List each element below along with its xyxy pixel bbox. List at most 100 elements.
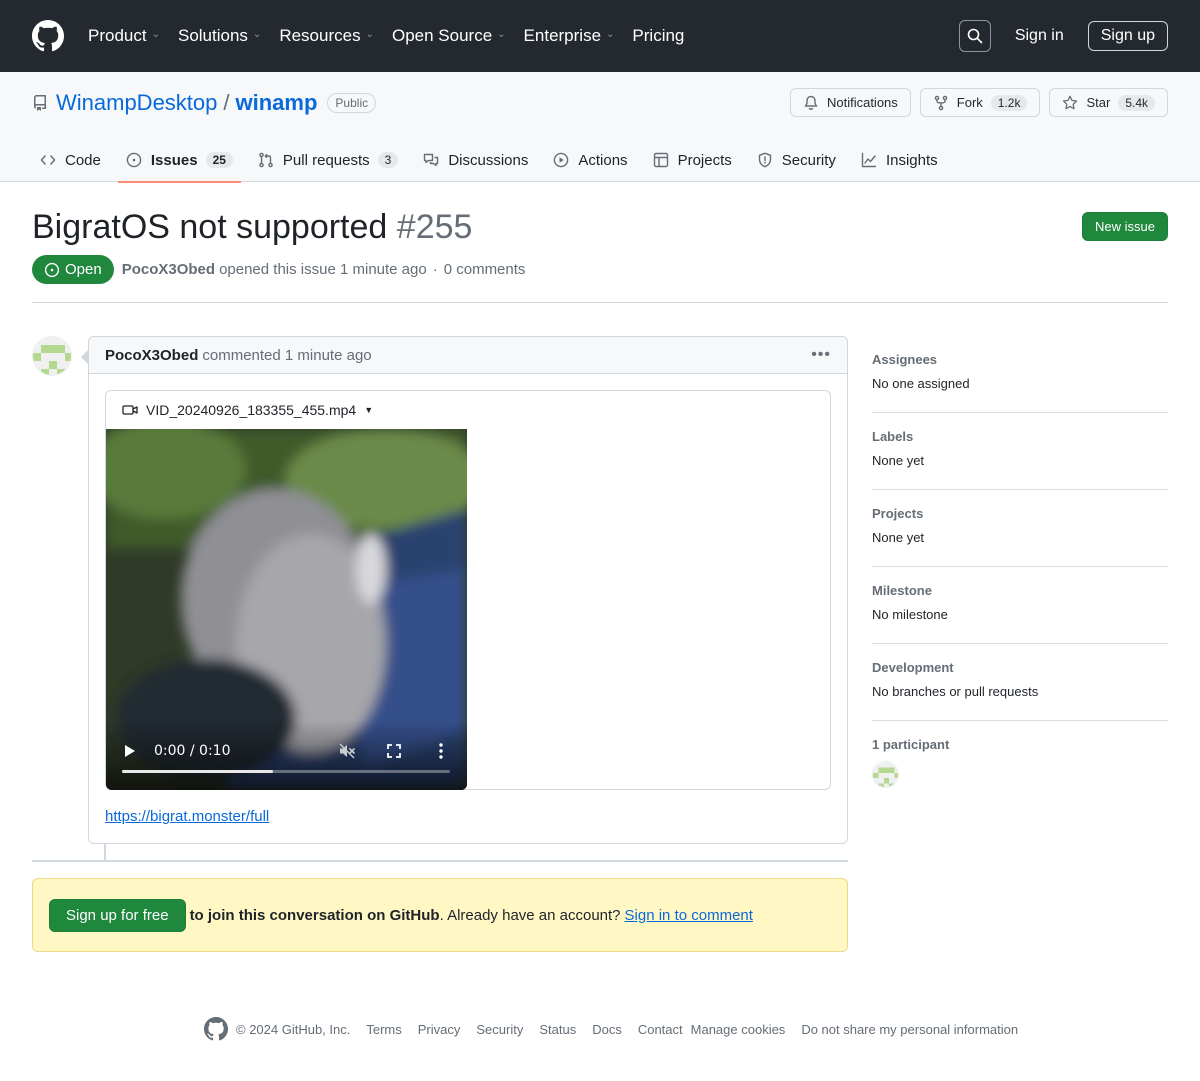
fork-label: Fork (956, 95, 983, 110)
state-badge: Open (32, 255, 114, 284)
footer-link-status[interactable]: Status (539, 1022, 576, 1037)
nav-product[interactable]: Product ⌄ (88, 26, 160, 46)
sidebar-value: None yet (872, 530, 925, 545)
avatar[interactable] (32, 336, 72, 376)
repo-tabs: Code Issues 25 Pull requests 3 Discussio… (32, 138, 955, 183)
search-button[interactable] (958, 20, 991, 52)
video-time: 0:00 / 0:10 (154, 743, 231, 759)
muted-speaker-icon[interactable] (338, 742, 356, 760)
tab-pull-requests[interactable]: Pull requests 3 (250, 138, 406, 182)
opened-text: opened this issue 1 minute ago (219, 261, 427, 278)
sidebar-milestone: Milestone No milestone (872, 567, 1168, 644)
chevron-down-icon: ⌄ (365, 28, 374, 40)
participant-avatar[interactable] (872, 761, 899, 788)
identicon-image (33, 337, 71, 375)
discussions-icon (424, 153, 439, 167)
repo-actions: Notifications Fork 1.2k Star 5.4k (781, 88, 1168, 117)
repo-name-link[interactable]: winamp (236, 90, 318, 116)
sidebar-value: No one assigned (872, 376, 970, 391)
footer-link-docs[interactable]: Docs (592, 1022, 622, 1037)
github-logo-icon[interactable] (204, 1017, 228, 1041)
footer-link-manage-cookies[interactable]: Manage cookies (691, 1022, 786, 1037)
issue-title: BigratOS not supported #255 (32, 208, 472, 247)
chevron-down-icon: ⌄ (606, 28, 615, 40)
video-attachment: VID_20240926_183355_455.mp4 ▼ 0:00 / 0:1… (105, 390, 831, 790)
tab-discussions[interactable]: Discussions (415, 138, 536, 182)
nav-open-source[interactable]: Open Source ⌄ (392, 26, 506, 46)
issue-title-text: BigratOS not supported (32, 208, 388, 246)
nav-enterprise[interactable]: Enterprise ⌄ (524, 26, 615, 46)
sidebar-heading: Labels (872, 429, 914, 444)
state-label: Open (65, 261, 102, 278)
sidebar-assignees: Assignees No one assigned (872, 336, 1168, 413)
sidebar-heading: Assignees (872, 352, 938, 367)
fullscreen-icon[interactable] (387, 744, 401, 758)
footer-link-security[interactable]: Security (476, 1022, 523, 1037)
play-icon[interactable] (124, 744, 136, 758)
issue-author-link[interactable]: PocoX3Obed (122, 261, 215, 278)
video-file-dropdown[interactable]: VID_20240926_183355_455.mp4 ▼ (122, 402, 373, 418)
notifications-button[interactable]: Notifications (789, 88, 911, 117)
notifications-label: Notifications (826, 95, 898, 110)
sign-in-to-comment-link[interactable]: Sign in to comment (625, 907, 753, 924)
global-header: Product ⌄ Solutions ⌄ Resources ⌄ Open Sour… (0, 0, 1200, 72)
video-player[interactable]: 0:00 / 0:10 (106, 429, 467, 790)
search-icon (967, 28, 983, 44)
fork-count: 1.2k (990, 94, 1028, 111)
nav-open-source-label: Open Source (391, 26, 493, 45)
tab-insights-label: Insights (885, 151, 938, 169)
nav-resources-label: Resources (279, 26, 361, 45)
sign-in-link[interactable]: Sign in (1015, 27, 1064, 45)
chevron-down-icon: ⌄ (151, 28, 160, 40)
tab-issues-count: 25 (205, 152, 233, 168)
comment-body-link[interactable]: https://bigrat.monster/full (105, 808, 269, 825)
repo-header: WinampDesktop / winamp Public Notificati… (0, 72, 1200, 183)
nav-solutions[interactable]: Solutions ⌄ (178, 26, 261, 46)
kebab-menu-icon[interactable]: ••• (811, 346, 831, 364)
star-button[interactable]: Star 5.4k (1049, 88, 1168, 117)
issue-sidebar: Assignees No one assigned Labels None ye… (872, 336, 1168, 798)
repo-owner-link[interactable]: WinampDesktop (56, 90, 217, 116)
sign-up-button[interactable]: Sign up (1087, 21, 1168, 51)
footer-link-do-not-share[interactable]: Do not share my personal information (801, 1022, 1018, 1037)
footer-copyright: © 2024 GitHub, Inc. (236, 1021, 351, 1037)
nav-pricing[interactable]: Pricing (632, 26, 684, 46)
signup-banner: Sign up for free to join this conversati… (32, 878, 848, 952)
sidebar-heading: Development (872, 660, 954, 675)
star-label: Star (1086, 95, 1111, 110)
more-vertical-icon[interactable] (438, 742, 444, 760)
timeline-end-divider (32, 860, 848, 862)
tab-security[interactable]: Security (749, 138, 844, 182)
pull-request-icon (259, 152, 273, 168)
issue-opened-icon (44, 262, 60, 277)
nav-solutions-label: Solutions (177, 26, 248, 45)
sign-up-for-free-button[interactable]: Sign up for free (49, 898, 186, 932)
nav-resources[interactable]: Resources ⌄ (279, 26, 374, 46)
tab-projects-label: Projects (677, 151, 732, 169)
tab-projects[interactable]: Projects (645, 138, 740, 182)
visibility-badge: Public (327, 93, 377, 113)
banner-text: . Already have an account? (439, 906, 621, 924)
sidebar-value: No milestone (872, 607, 948, 622)
comment-meta: commented 1 minute ago (202, 346, 372, 364)
timeline-line (104, 844, 106, 861)
footer-link-contact[interactable]: Contact (638, 1022, 683, 1037)
video-controls: 0:00 / 0:10 (106, 720, 467, 790)
fork-button[interactable]: Fork 1.2k (919, 88, 1041, 117)
tab-actions[interactable]: Actions (545, 138, 635, 182)
tab-pull-requests-count: 3 (377, 152, 399, 168)
nav-enterprise-label: Enterprise (523, 26, 602, 45)
tab-insights[interactable]: Insights (853, 138, 946, 182)
new-issue-button[interactable]: New issue (1082, 212, 1168, 241)
footer-link-privacy[interactable]: Privacy (418, 1022, 461, 1037)
github-logo-icon[interactable] (32, 20, 64, 52)
tab-issues-label: Issues (150, 151, 198, 169)
comment-author-link[interactable]: PocoX3Obed (105, 347, 198, 364)
banner-bold-text: to join this conversation on GitHub (189, 906, 440, 924)
tab-code[interactable]: Code (32, 138, 109, 182)
footer-link-terms[interactable]: Terms (366, 1022, 401, 1037)
tab-issues[interactable]: Issues 25 (117, 138, 241, 183)
video-progress-bar[interactable] (122, 770, 450, 773)
sidebar-heading: 1 participant (872, 737, 950, 752)
tab-discussions-label: Discussions (448, 151, 529, 169)
